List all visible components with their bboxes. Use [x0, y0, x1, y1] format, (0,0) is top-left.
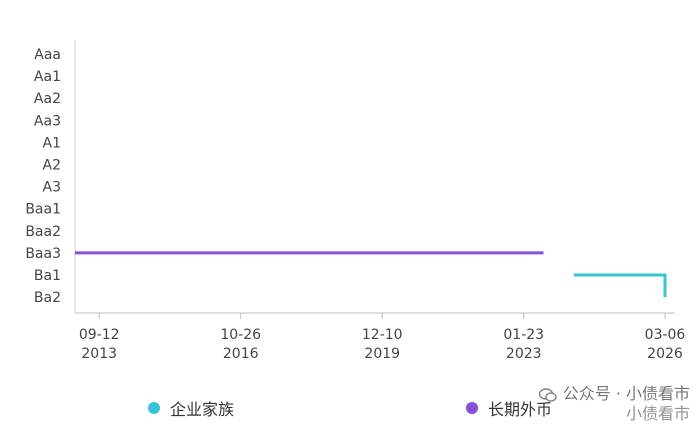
x-tick-label-line2: 2016 [223, 346, 259, 362]
y-tick-label: Baa2 [25, 224, 61, 240]
x-tick-label-line2: 2013 [81, 346, 117, 362]
y-tick-label: Aa1 [34, 69, 61, 85]
x-tick-label-line1: 03-06 [645, 327, 686, 343]
wechat-icon [538, 387, 557, 402]
x-tick-label-line1: 10-26 [220, 327, 261, 343]
x-tick-label-line1: 09-12 [79, 327, 120, 343]
watermark: 公众号 · 小债看市 小债看市 [480, 384, 690, 424]
chart-plot: Aaa Aa1 Aa2 Aa3 A1 A2 A3 Baa1 Baa2 Baa3 Ba1 Ba2 09-1… [25, 40, 686, 362]
x-tick-label-line1: 12-10 [362, 327, 403, 343]
legend-swatch-long-term-foreign [466, 402, 478, 414]
y-tick-label: Ba1 [34, 268, 61, 284]
rating-chart: Aaa Aa1 Aa2 Aa3 A1 A2 A3 Baa1 Baa2 Baa3 Ba1 Ba2 09-1… [0, 0, 700, 429]
legend-item-enterprise-family[interactable]: 企业家族 [147, 396, 444, 420]
y-tick-label: Baa1 [25, 202, 61, 218]
y-tick-label: A2 [43, 158, 61, 174]
y-tick-label: Ba2 [34, 290, 61, 306]
x-tick-label-line1: 01-23 [503, 327, 544, 343]
y-tick-label: A3 [43, 180, 61, 196]
y-tick-label: Aa3 [34, 113, 61, 129]
y-tick-label: Baa3 [25, 246, 61, 262]
y-tick-label: Aaa [34, 47, 61, 63]
x-tick-label-line2: 2023 [506, 346, 542, 362]
legend-swatch-enterprise-family [147, 402, 160, 414]
y-tick-label: A1 [43, 135, 61, 151]
legend-label-enterprise-family: 企业家族 [169, 400, 234, 419]
watermark-text: 公众号 · 小债看市 [562, 384, 690, 403]
x-tick-label-line2: 2026 [647, 346, 683, 362]
y-tick-label: Aa2 [34, 91, 61, 107]
x-tick-label-line2: 2019 [364, 346, 400, 362]
series-line-0 [573, 273, 667, 298]
watermark-subtext: 小债看市 [625, 404, 690, 423]
